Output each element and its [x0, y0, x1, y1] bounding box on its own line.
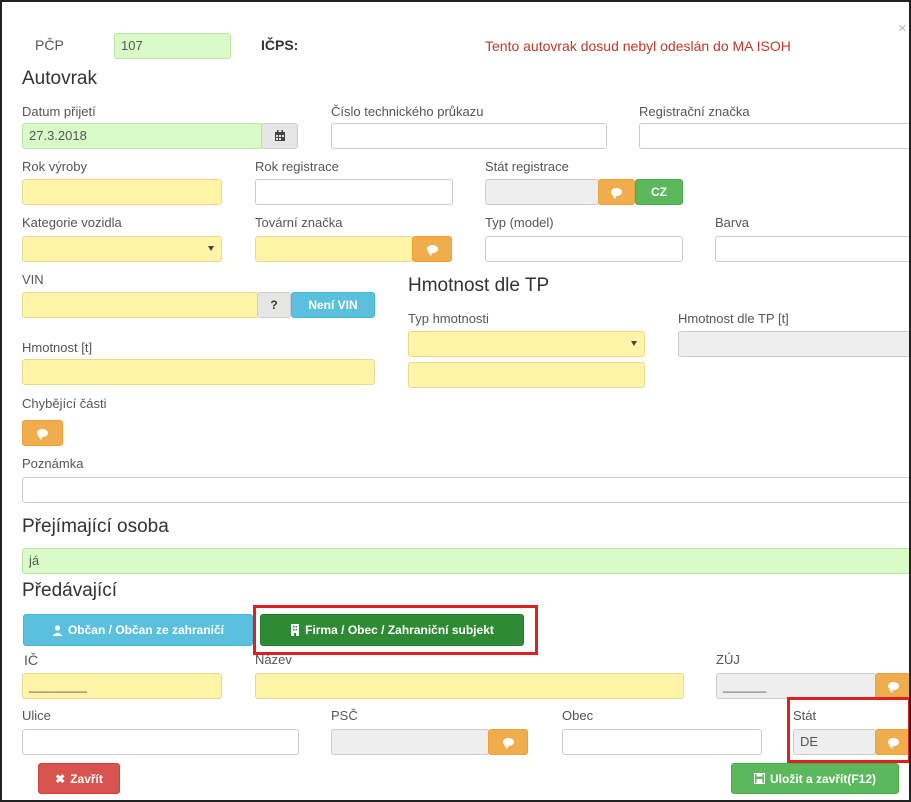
rok-vyroby-label: Rok výroby: [22, 159, 88, 174]
comment-icon: [611, 188, 622, 199]
close-icon[interactable]: ×: [898, 20, 907, 37]
comment-icon: [502, 738, 514, 749]
stat-registrace-label: Stát registrace: [485, 159, 569, 174]
nazev-label: Název: [255, 652, 292, 667]
tovarni-znacka-comment-button[interactable]: [412, 236, 452, 262]
reg-znacka-input[interactable]: [639, 123, 909, 149]
comment-icon: [37, 429, 48, 440]
obec-input[interactable]: [562, 729, 762, 755]
typ-hmotnosti-select[interactable]: [408, 331, 645, 357]
typ-model-label: Typ (model): [485, 215, 554, 230]
psc-input[interactable]: [331, 729, 489, 755]
vin-label: VIN: [22, 272, 44, 287]
user-icon: [52, 624, 63, 636]
ulice-input[interactable]: [22, 729, 299, 755]
zavrit-button-label: Zavřít: [70, 771, 103, 786]
close-x-icon: ✖: [55, 771, 66, 786]
cz-button[interactable]: CZ: [635, 179, 683, 205]
vin-input[interactable]: [22, 292, 258, 318]
neni-vin-button[interactable]: Není VIN: [291, 292, 375, 318]
zuj-label: ZÚJ: [716, 652, 740, 667]
icps-label: IČPS:: [261, 37, 299, 53]
section-title-hmotnost-tp: Hmotnost dle TP: [408, 275, 550, 296]
vin-help-button[interactable]: ?: [257, 292, 291, 318]
ic-label: IČ: [24, 652, 38, 668]
zuj-comment-button[interactable]: [875, 673, 909, 699]
hmotnost-tp-input[interactable]: [678, 331, 909, 357]
tovarni-znacka-label: Tovární značka: [255, 215, 343, 230]
hmotnost-label: Hmotnost [t]: [22, 340, 93, 355]
kategorie-label: Kategorie vozidla: [22, 215, 122, 230]
zavrit-button[interactable]: ✖ Zavřít: [38, 763, 120, 794]
save-icon: [753, 773, 765, 784]
stat-registrace-input[interactable]: [485, 179, 599, 205]
rok-registrace-label: Rok registrace: [255, 159, 339, 174]
obec-label: Obec: [562, 708, 594, 723]
section-title-prejimajici: Přejímající osoba: [22, 516, 169, 537]
tovarni-znacka-input[interactable]: [255, 236, 413, 262]
obcan-button-label: Občan / Občan ze zahraničí: [67, 623, 225, 637]
section-title-autovrak: Autovrak: [22, 68, 97, 89]
autovrak-dialog: PČP 107 IČPS: Tento autovrak dosud nebyl…: [0, 0, 911, 802]
poznamka-label: Poznámka: [22, 456, 84, 471]
typ-hmotnosti-extra-input[interactable]: [408, 362, 645, 388]
kategorie-select[interactable]: [22, 236, 222, 262]
cislo-tp-label: Číslo technického průkazu: [331, 104, 484, 119]
pcp-label: PČP: [35, 37, 64, 53]
ulozit-button-label: Uložit a zavřít(F12): [769, 771, 877, 786]
highlight-stat-field: [787, 697, 909, 763]
cislo-tp-input[interactable]: [331, 123, 607, 149]
typ-model-input[interactable]: [485, 236, 683, 262]
barva-input[interactable]: [715, 236, 909, 262]
hmotnost-input[interactable]: [22, 359, 375, 385]
chevron-down-icon: [631, 341, 637, 346]
barva-label: Barva: [715, 215, 749, 230]
poznamka-input[interactable]: [22, 477, 909, 503]
datum-prijeti-label: Datum přijetí: [22, 104, 96, 119]
rok-registrace-input[interactable]: [255, 179, 453, 205]
chybejici-comment-button[interactable]: [22, 420, 63, 446]
zuj-input[interactable]: ______: [716, 673, 876, 699]
prejimajici-input[interactable]: já: [22, 548, 909, 574]
calendar-icon: [274, 130, 285, 141]
section-title-predavajici: Předávající: [22, 580, 118, 601]
psc-comment-button[interactable]: [488, 729, 528, 755]
highlight-firma-button: [253, 605, 538, 655]
warning-message: Tento autovrak dosud nebyl odeslán do MA…: [485, 38, 791, 54]
stat-registrace-comment-button[interactable]: [598, 179, 635, 205]
chybejici-label: Chybějící části: [22, 396, 107, 411]
obcan-button[interactable]: Občan / Občan ze zahraničí: [23, 614, 253, 646]
nazev-input[interactable]: [255, 673, 684, 699]
pcp-input[interactable]: 107: [114, 33, 231, 59]
ic-input[interactable]: ________: [22, 673, 222, 699]
ulice-label: Ulice: [22, 708, 51, 723]
datum-prijeti-input[interactable]: 27.3.2018: [22, 123, 262, 149]
hmotnost-tp-label: Hmotnost dle TP [t]: [678, 311, 789, 326]
typ-hmotnosti-label: Typ hmotnosti: [408, 311, 489, 326]
chevron-down-icon: [208, 246, 214, 251]
comment-icon: [426, 245, 438, 256]
calendar-button[interactable]: [261, 123, 298, 149]
reg-znacka-label: Registrační značka: [639, 104, 750, 119]
comment-icon: [887, 682, 899, 693]
psc-label: PSČ: [331, 708, 358, 723]
rok-vyroby-input[interactable]: [22, 179, 222, 205]
ulozit-button[interactable]: Uložit a zavřít(F12): [731, 763, 899, 794]
